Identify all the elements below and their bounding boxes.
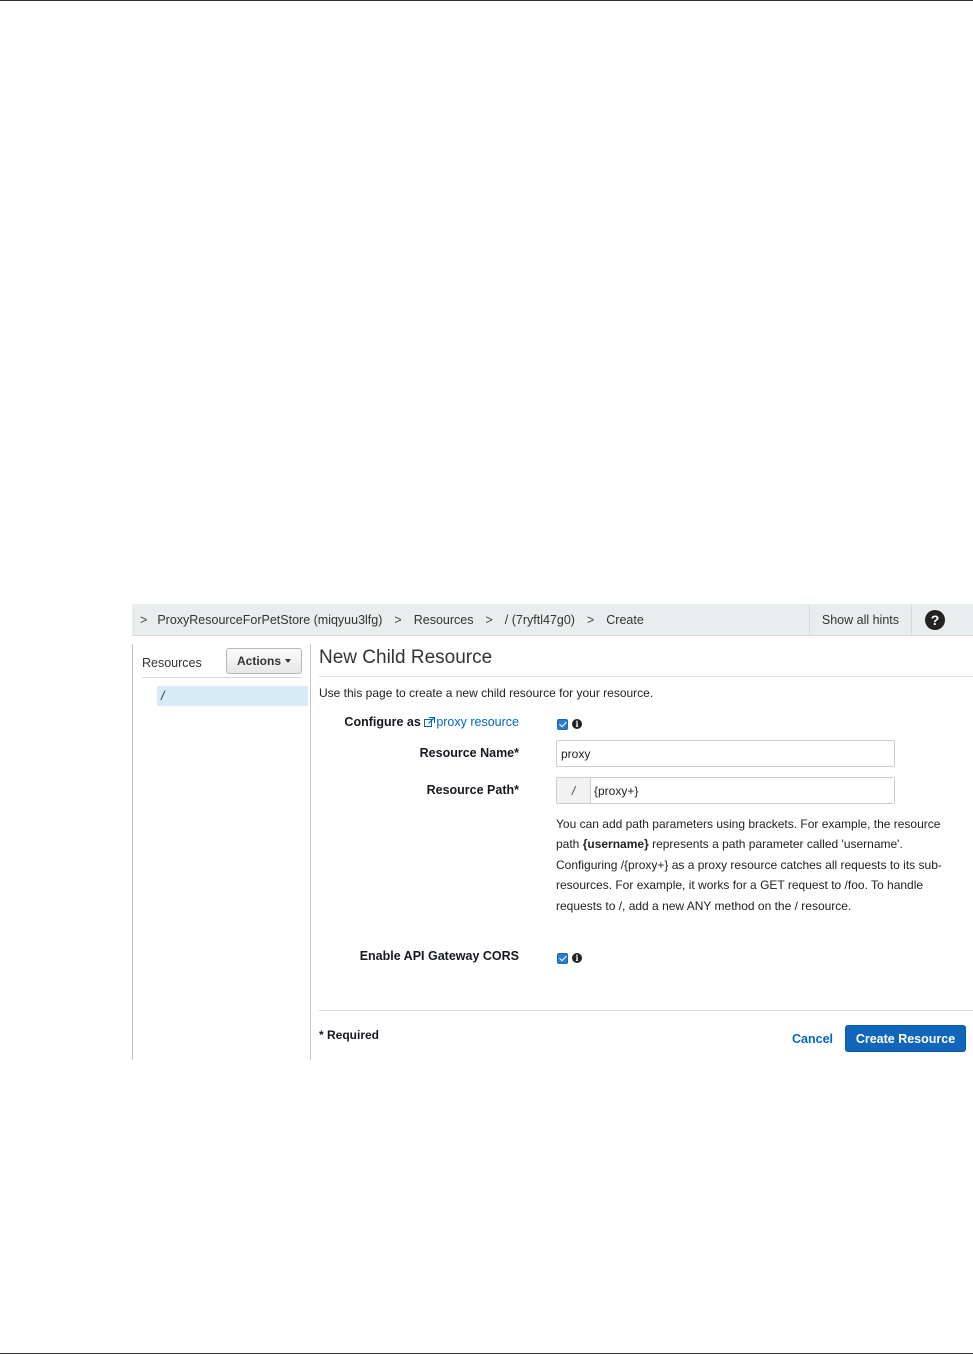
breadcrumb-bar: > ProxyResourceForPetStore (miqyuu3lfg) … [132,603,973,636]
resource-name-label: Resource Name* [419,746,519,760]
help-icon: ? [925,609,945,630]
breadcrumb-item-root-resource[interactable]: / (7ryftl47g0) [505,613,575,627]
resource-path-input[interactable] [591,778,894,803]
breadcrumb-item-create: Create [606,612,644,627]
configure-as-text: Configure as [344,715,421,729]
enable-cors-label: Enable API Gateway CORS [359,949,519,963]
info-icon[interactable]: i [572,953,582,963]
resource-path-help-text: You can add path parameters using bracke… [556,814,956,916]
required-note: * Required [319,1028,380,1042]
breadcrumb-separator: > [485,612,493,627]
breadcrumb-separator: > [394,612,402,627]
page-bottom-rule [0,1353,973,1354]
breadcrumb: > ProxyResourceForPetStore (miqyuu3lfg) … [132,613,809,627]
page-title: New Child Resource [319,647,973,677]
api-gateway-console: > ProxyResourceForPetStore (miqyuu3lfg) … [132,603,973,1060]
help-button[interactable]: ? [911,603,973,636]
configure-proxy-checkbox[interactable] [557,719,568,730]
caret-down-icon [285,658,291,663]
create-resource-button[interactable]: Create Resource [845,1025,966,1052]
external-link-icon [424,717,436,727]
page-top-rule [0,0,973,1]
breadcrumb-item-resources[interactable]: Resources [414,613,474,627]
proxy-resource-link-label: proxy resource [436,715,519,729]
resources-panel-header: Resources Actions [142,644,302,678]
actions-label: Actions [236,653,281,668]
new-child-resource-form: New Child Resource Use this page to crea… [319,644,973,1060]
breadcrumb-separator: > [586,612,595,627]
proxy-resource-link[interactable]: proxy resource [424,715,519,729]
info-icon[interactable]: i [572,719,582,729]
form-divider [319,1010,973,1011]
cancel-button[interactable]: Cancel [792,1032,833,1046]
breadcrumb-item-api[interactable]: ProxyResourceForPetStore (miqyuu3lfg) [157,613,382,627]
resource-path-field: / [556,777,895,804]
help-text-username: {username} [582,837,649,852]
resources-panel: Resources Actions / [132,644,311,1060]
intro-text: Use this page to create a new child reso… [319,686,654,700]
resource-path-label: Resource Path* [426,783,519,797]
resource-tree-item-root[interactable]: / [157,686,308,706]
actions-dropdown-button[interactable]: Actions [226,647,302,674]
enable-cors-checkbox[interactable] [557,953,568,964]
breadcrumb-separator: > [140,612,148,627]
show-all-hints-button[interactable]: Show all hints [808,603,911,636]
configure-as-label: Configure as proxy resource [319,715,519,729]
resource-name-input[interactable] [556,740,895,767]
show-all-hints-label: Show all hints [821,612,899,627]
resource-path-prefix: / [557,778,591,803]
resources-panel-title: Resources [142,655,202,670]
